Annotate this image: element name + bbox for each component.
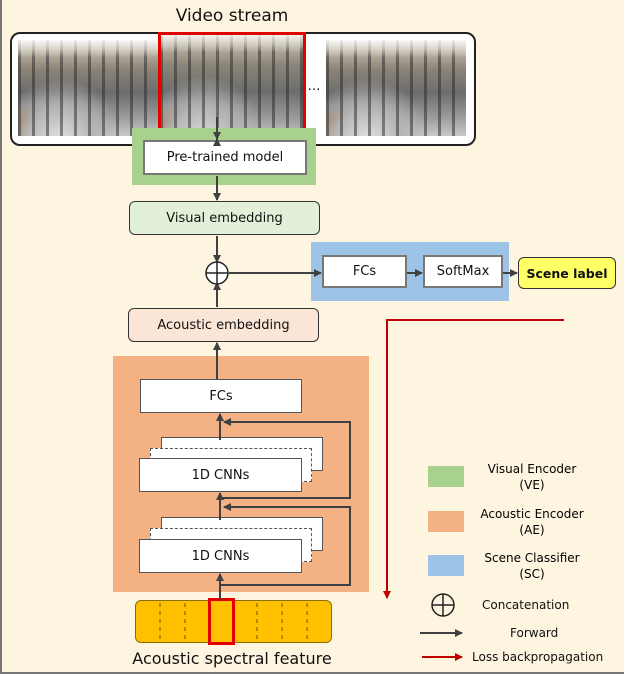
legend-concat-icon [431, 593, 455, 617]
connector-overlay [159, 117, 564, 661]
diagram-canvas: Video stream … Pre-trained model Visual … [0, 0, 624, 674]
concat-icon [205, 261, 229, 285]
skip-connection-2 [220, 503, 351, 586]
backprop-arrow [383, 319, 564, 599]
skip-connection-1 [220, 418, 351, 499]
